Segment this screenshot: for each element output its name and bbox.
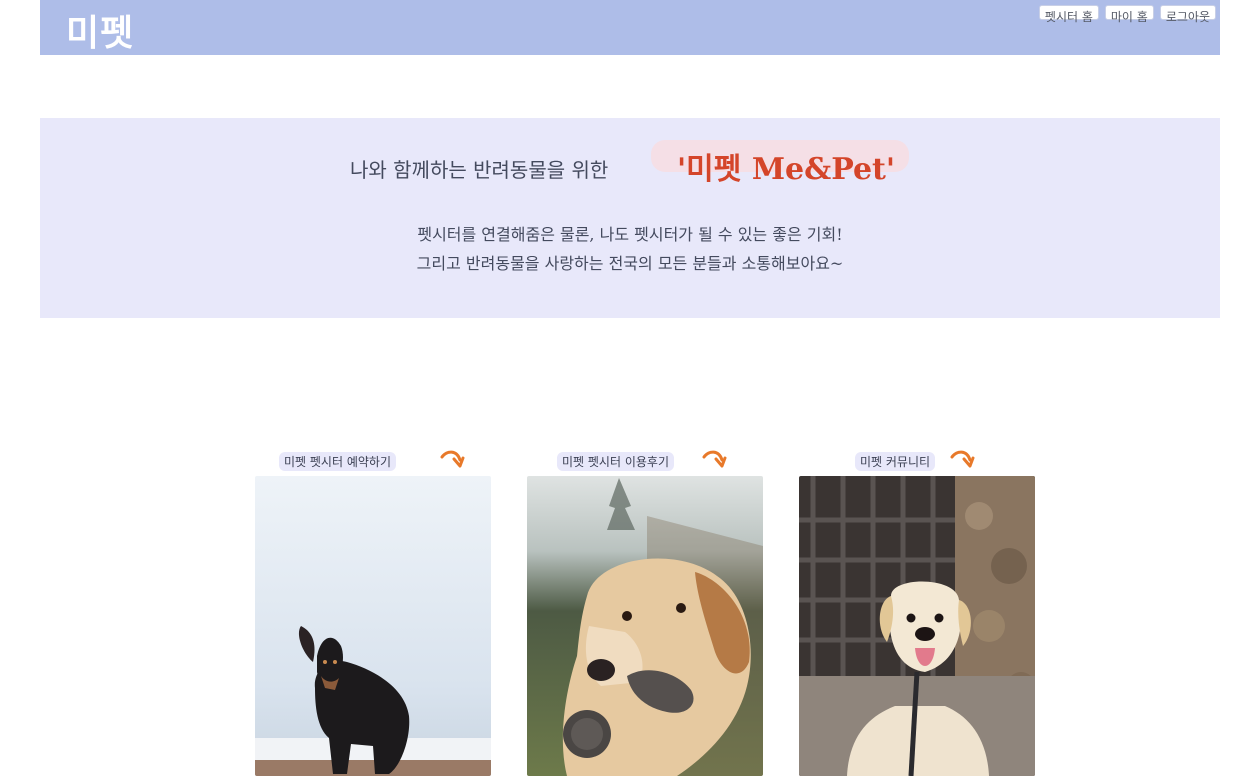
top-nav: 펫시터 홈 마이 홈 로그아웃	[1038, 5, 1216, 24]
card-header: 미펫 커뮤니티	[799, 448, 1035, 476]
curved-arrow-icon	[950, 450, 975, 468]
card-label-community[interactable]: 미펫 커뮤니티	[855, 452, 936, 471]
top-header: 미펫 펫시터 홈 마이 홈 로그아웃	[40, 0, 1220, 55]
curved-arrow-icon	[440, 450, 465, 468]
golden-retriever-photo[interactable]	[527, 476, 763, 776]
curved-arrow-icon	[702, 450, 727, 468]
card-reservation[interactable]: 미펫 펫시터 예약하기	[255, 448, 491, 776]
card-label-reviews[interactable]: 미펫 펫시터 이용후기	[557, 452, 674, 471]
dachshund-dog-photo[interactable]	[255, 476, 491, 776]
hero-tagline: 나와 함께하는 반려동물을 위한	[350, 158, 609, 182]
card-community[interactable]: 미펫 커뮤니티	[799, 448, 1035, 776]
site-logo[interactable]: 미펫	[66, 4, 134, 56]
brand-highlight: '미펫 Me&Pet'	[651, 140, 909, 187]
hero-description-line2: 그리고 반려동물을 사랑하는 전국의 모든 분들과 소통해보아요~	[416, 254, 844, 273]
card-header: 미펫 펫시터 이용후기	[527, 448, 763, 476]
card-reviews[interactable]: 미펫 펫시터 이용후기	[527, 448, 763, 776]
logout-button[interactable]: 로그아웃	[1159, 5, 1216, 24]
card-label-reservation[interactable]: 미펫 펫시터 예약하기	[279, 452, 396, 471]
petsitter-home-button[interactable]: 펫시터 홈	[1038, 5, 1099, 24]
hero-description-line1: 펫시터를 연결해줌은 물론, 나도 펫시터가 될 수 있는 좋은 기회!	[417, 225, 843, 244]
my-home-button[interactable]: 마이 홈	[1104, 5, 1154, 24]
card-header: 미펫 펫시터 예약하기	[255, 448, 491, 476]
brand-name: '미펫 Me&Pet'	[677, 152, 896, 187]
puppy-photo[interactable]	[799, 476, 1035, 776]
hero-banner: 나와 함께하는 반려동물을 위한 '미펫 Me&Pet' 펫시터를 연결해줌은 …	[40, 118, 1220, 318]
